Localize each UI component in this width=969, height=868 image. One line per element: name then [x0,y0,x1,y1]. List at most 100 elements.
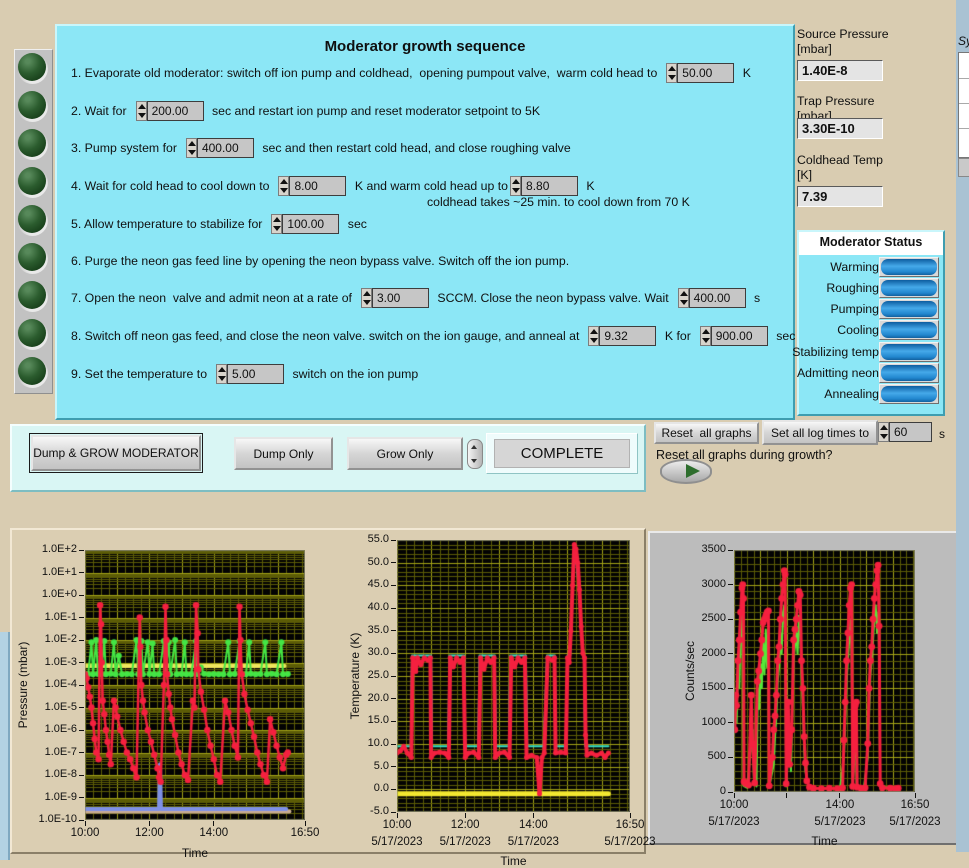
numeric-input[interactable]: 900.00 [699,326,768,346]
x-tick [84,821,86,826]
step-text: sec [344,217,367,231]
log-time-spin-arrows[interactable] [878,422,889,442]
numeric-input[interactable]: 9.32 [588,326,657,346]
x-tick [304,821,306,826]
numeric-value[interactable]: 400.00 [688,288,746,308]
y-tick-label: 55.0 [367,533,389,545]
spin-arrows[interactable] [278,176,290,196]
counts-graph: 3500 3000 2500 2000 1500 1000 500 0 10:00 5/17/20… [683,543,941,848]
run-controls-panel: Dump & GROW MODERATOR Dump Only Grow Onl… [10,424,646,492]
status-indicator [879,257,939,277]
reset-all-graphs-button[interactable]: Reset all graphs [654,422,759,444]
status-bar [881,386,937,402]
y-tick-label: 1500 [701,681,726,694]
y-tick [728,653,733,655]
dump-and-grow-button[interactable]: Dump & GROW MODERATOR [29,433,203,473]
side-panel-listbox[interactable] [958,52,969,158]
temperature-plot-area [397,540,630,812]
spin-arrows[interactable] [588,326,600,346]
numeric-input[interactable]: 5.00 [216,364,285,384]
x-axis-label: Time [811,834,838,848]
sequence-step: 4. Wait for cold head to cool down to 8.0… [71,175,595,197]
x-tick-date: 5/17/2023 [439,836,491,848]
x-tick-label: 16:50 [900,799,930,811]
x-tick-date: 5/17/2023 [708,816,760,828]
status-panel-title: Moderator Status [799,232,943,255]
log-time-value[interactable]: 60 [889,422,932,442]
step-text: 5. Allow temperature to stabilize for [71,217,263,231]
numeric-value[interactable]: 400.00 [196,138,254,158]
numeric-value[interactable]: 200.00 [146,101,204,121]
y-tick [391,562,396,564]
y-tick-label: 1.0E+0 [41,588,77,600]
step-led-indicator [18,129,46,157]
step-led-indicator [18,243,46,271]
x-tick-date: 5/17/2023 [371,836,423,848]
panel-title: Moderator growth sequence [324,38,526,55]
status-label: Stabilizing temp [792,345,879,359]
numeric-value[interactable]: 5.00 [227,364,285,384]
numeric-value[interactable]: 8.80 [521,176,579,196]
spin-arrows[interactable] [216,364,228,384]
spin-arrows[interactable] [135,101,147,121]
status-indicator [879,278,939,298]
status-bar [881,344,937,360]
reset-during-growth-toggle[interactable] [660,459,712,484]
numeric-value[interactable]: 9.32 [599,326,657,346]
spin-arrows[interactable] [666,63,678,83]
status-label: Warming [830,260,879,274]
y-tick [391,584,396,586]
numeric-input[interactable]: 8.80 [510,176,579,196]
pressure-graph: 1.0E+2 1.0E+1 1.0E+0 1.0E-1 1.0E-2 1.0E-3 1.0E… [16,543,319,860]
spin-arrows[interactable] [185,138,197,158]
numeric-input[interactable]: 8.00 [278,176,347,196]
spin-arrows[interactable] [271,214,283,234]
set-log-times-button[interactable]: Set all log times to [762,420,878,445]
step-text: sec and then restart cold head, and clos… [258,141,571,155]
numeric-value[interactable]: 50.00 [677,63,735,83]
y-tick [728,687,733,689]
spin-arrows[interactable] [677,288,689,308]
state-spinner[interactable] [467,439,483,469]
right-side-panel: Sy [956,0,969,852]
x-tick-label: 14:00 [825,799,855,811]
left-edge-panel [0,632,10,860]
grow-only-button[interactable]: Grow Only [347,437,463,470]
y-tick-label: 35.0 [367,623,389,636]
y-tick [391,630,396,632]
y-axis-label: Counts/sec [683,640,697,702]
spin-arrows[interactable] [699,326,711,346]
sequence-state-value: COMPLETE [494,439,630,468]
y-tick-label: 10.0 [367,737,389,749]
graph-controls: Reset all graphs Set all log times to 60… [646,415,956,500]
x-tick-label: 16:50 [290,827,320,839]
numeric-value[interactable]: 100.00 [282,214,340,234]
step-led-indicator [18,281,46,309]
spin-arrows[interactable] [360,288,372,308]
dump-only-button[interactable]: Dump Only [234,437,333,470]
numeric-input[interactable]: 3.00 [360,288,429,308]
y-tick [391,811,396,813]
y-tick-label: 5.0 [373,759,389,772]
numeric-input[interactable]: 100.00 [271,214,340,234]
numeric-input[interactable]: 200.00 [135,101,204,121]
log-time-input[interactable]: 60 [878,422,932,442]
y-tick [79,752,84,753]
x-axis-label: Time [181,846,209,860]
side-panel-button[interactable] [958,158,969,177]
spin-arrows[interactable] [510,176,522,196]
numeric-value[interactable]: 8.00 [289,176,347,196]
y-tick-label: 1.0E-6 [44,723,77,735]
y-tick [79,617,84,618]
y-tick [79,684,84,686]
numeric-input[interactable]: 400.00 [677,288,746,308]
numeric-input[interactable]: 50.00 [666,63,735,83]
y-tick-label: 500 [707,750,726,763]
step-led-recess [17,53,48,84]
readout-label: Source Pressure [mbar] [797,27,889,56]
numeric-input[interactable]: 400.00 [185,138,254,158]
status-bar [881,259,937,275]
numeric-value[interactable]: 3.00 [371,288,429,308]
y-tick-label: 20.0 [367,691,389,704]
step-text: 3. Pump system for [71,141,177,155]
